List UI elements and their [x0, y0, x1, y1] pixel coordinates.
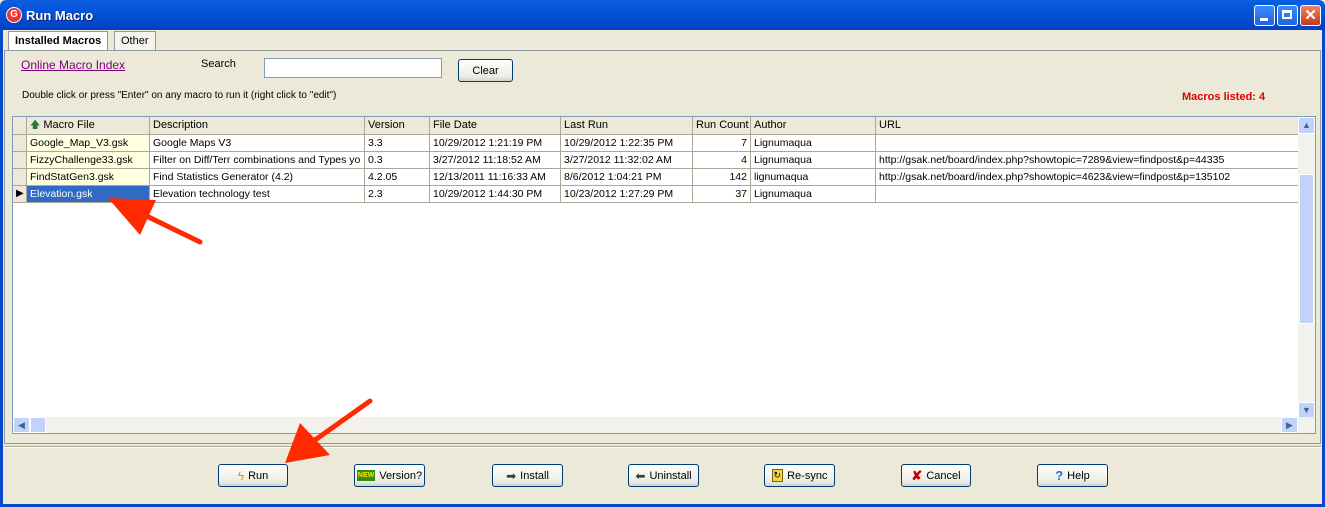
arrow-left-icon: ⬅ — [635, 468, 646, 483]
cell-file-date[interactable]: 10/29/2012 1:44:30 PM — [430, 186, 561, 203]
cell-file-date[interactable]: 3/27/2012 11:18:52 AM — [430, 152, 561, 169]
tab-installed-macros[interactable]: Installed Macros — [8, 31, 109, 51]
cell-url[interactable]: http://gsak.net/board/index.php?showtopi… — [876, 152, 1300, 169]
row-indicator[interactable] — [13, 135, 27, 152]
separator — [4, 446, 1321, 448]
resync-icon: ↻ — [771, 469, 784, 482]
usage-hint: Double click or press "Enter" on any mac… — [22, 90, 337, 101]
cell-author[interactable]: lignumaqua — [751, 169, 876, 186]
cell-description[interactable]: Google Maps V3 — [150, 135, 365, 152]
cell-version[interactable]: 0.3 — [365, 152, 430, 169]
horizontal-scrollbar[interactable]: ◀ ▶ — [13, 417, 1315, 433]
run-button[interactable]: ϟ Run — [218, 464, 288, 487]
column-header-url[interactable]: URL — [876, 117, 1300, 135]
cell-last-run[interactable]: 10/23/2012 1:27:29 PM — [561, 186, 693, 203]
cell-run-count[interactable]: 4 — [693, 152, 751, 169]
search-label: Search — [201, 58, 236, 70]
cell-url[interactable] — [876, 186, 1300, 203]
current-row-indicator[interactable]: ▶ — [13, 186, 27, 203]
cell-version[interactable]: 3.3 — [365, 135, 430, 152]
column-header-run-count[interactable]: Run Count — [693, 117, 751, 135]
cell-description[interactable]: Find Statistics Generator (4.2) — [150, 169, 365, 186]
resync-button[interactable]: ↻ Re-sync — [764, 464, 835, 487]
version-button[interactable]: NEW Version? — [354, 464, 425, 487]
column-header-author[interactable]: Author — [751, 117, 876, 135]
cell-macro-file[interactable]: Google_Map_V3.gsk — [27, 135, 150, 152]
header-corner — [13, 117, 27, 135]
minimize-icon — [1260, 18, 1268, 21]
arrow-right-icon: ➡ — [506, 468, 517, 483]
chevron-left-icon: ◀ — [18, 420, 25, 430]
vertical-scroll-thumb[interactable] — [1299, 174, 1314, 324]
cell-author[interactable]: Lignumaqua — [751, 186, 876, 203]
cell-macro-file-selected[interactable]: Elevation.gsk — [27, 186, 150, 203]
row-indicator[interactable] — [13, 152, 27, 169]
new-badge-icon: NEW — [356, 470, 376, 481]
cell-author[interactable]: Lignumaqua — [751, 135, 876, 152]
minimize-button[interactable] — [1254, 5, 1275, 26]
cell-macro-file[interactable]: FizzyChallenge33.gsk — [27, 152, 150, 169]
cell-file-date[interactable]: 10/29/2012 1:21:19 PM — [430, 135, 561, 152]
window-title: Run Macro — [26, 8, 94, 23]
cell-description[interactable]: Filter on Diff/Terr combinations and Typ… — [150, 152, 365, 169]
help-button[interactable]: ? Help — [1037, 464, 1108, 487]
cell-macro-file[interactable]: FindStatGen3.gsk — [27, 169, 150, 186]
cell-version[interactable]: 4.2.05 — [365, 169, 430, 186]
cancel-x-icon: ✘ — [911, 467, 923, 483]
install-button[interactable]: ➡ Install — [492, 464, 563, 487]
column-header-description[interactable]: Description — [150, 117, 365, 135]
cell-run-count[interactable]: 7 — [693, 135, 751, 152]
uninstall-button[interactable]: ⬅ Uninstall — [628, 464, 699, 487]
help-question-icon: ? — [1055, 468, 1064, 483]
cell-description[interactable]: Elevation technology test — [150, 186, 365, 203]
column-header-macro-file[interactable]: 🡅 Macro File — [27, 117, 150, 135]
chevron-right-icon: ▶ — [1286, 420, 1293, 430]
cell-last-run[interactable]: 10/29/2012 1:22:35 PM — [561, 135, 693, 152]
macro-table[interactable]: 🡅 Macro File Description Version File Da… — [12, 116, 1316, 434]
cell-url[interactable]: http://gsak.net/board/index.php?showtopi… — [876, 169, 1300, 186]
chevron-up-icon: ▲ — [1302, 120, 1311, 130]
cell-url[interactable] — [876, 135, 1300, 152]
sort-up-icon: 🡅 — [30, 120, 41, 131]
cell-file-date[interactable]: 12/13/2011 11:16:33 AM — [430, 169, 561, 186]
clear-button-label: Clear — [472, 64, 499, 77]
cell-last-run[interactable]: 8/6/2012 1:04:21 PM — [561, 169, 693, 186]
column-header-file-date[interactable]: File Date — [430, 117, 561, 135]
scroll-up-button[interactable]: ▲ — [1298, 117, 1315, 134]
app-icon: G — [6, 7, 22, 23]
title-bar: G Run Macro ✕ — [0, 0, 1325, 30]
column-header-version[interactable]: Version — [365, 117, 430, 135]
lightning-icon: ϟ — [237, 468, 245, 483]
clear-button[interactable]: Clear — [458, 59, 513, 82]
row-indicator[interactable] — [13, 169, 27, 186]
cell-run-count[interactable]: 37 — [693, 186, 751, 203]
search-input[interactable] — [264, 58, 442, 78]
cell-version[interactable]: 2.3 — [365, 186, 430, 203]
close-button[interactable]: ✕ — [1300, 5, 1321, 26]
close-icon: ✕ — [1304, 7, 1317, 24]
macros-listed-count: Macros listed: 4 — [1182, 91, 1266, 103]
chevron-down-icon: ▼ — [1302, 405, 1311, 415]
vertical-scrollbar[interactable]: ▲ ▼ — [1298, 117, 1315, 419]
scroll-right-button[interactable]: ▶ — [1281, 417, 1298, 433]
maximize-icon — [1282, 10, 1292, 19]
row-pointer-icon: ▶ — [16, 188, 24, 199]
cell-run-count[interactable]: 142 — [693, 169, 751, 186]
cell-last-run[interactable]: 3/27/2012 11:32:02 AM — [561, 152, 693, 169]
scroll-left-button[interactable]: ◀ — [13, 417, 30, 433]
column-header-last-run[interactable]: Last Run — [561, 117, 693, 135]
cell-author[interactable]: Lignumaqua — [751, 152, 876, 169]
tab-other[interactable]: Other — [114, 31, 156, 50]
online-macro-index-link[interactable]: Online Macro Index — [21, 58, 125, 72]
maximize-button[interactable] — [1277, 5, 1298, 26]
cancel-button[interactable]: ✘ Cancel — [901, 464, 971, 487]
horizontal-scroll-thumb[interactable] — [30, 417, 46, 433]
